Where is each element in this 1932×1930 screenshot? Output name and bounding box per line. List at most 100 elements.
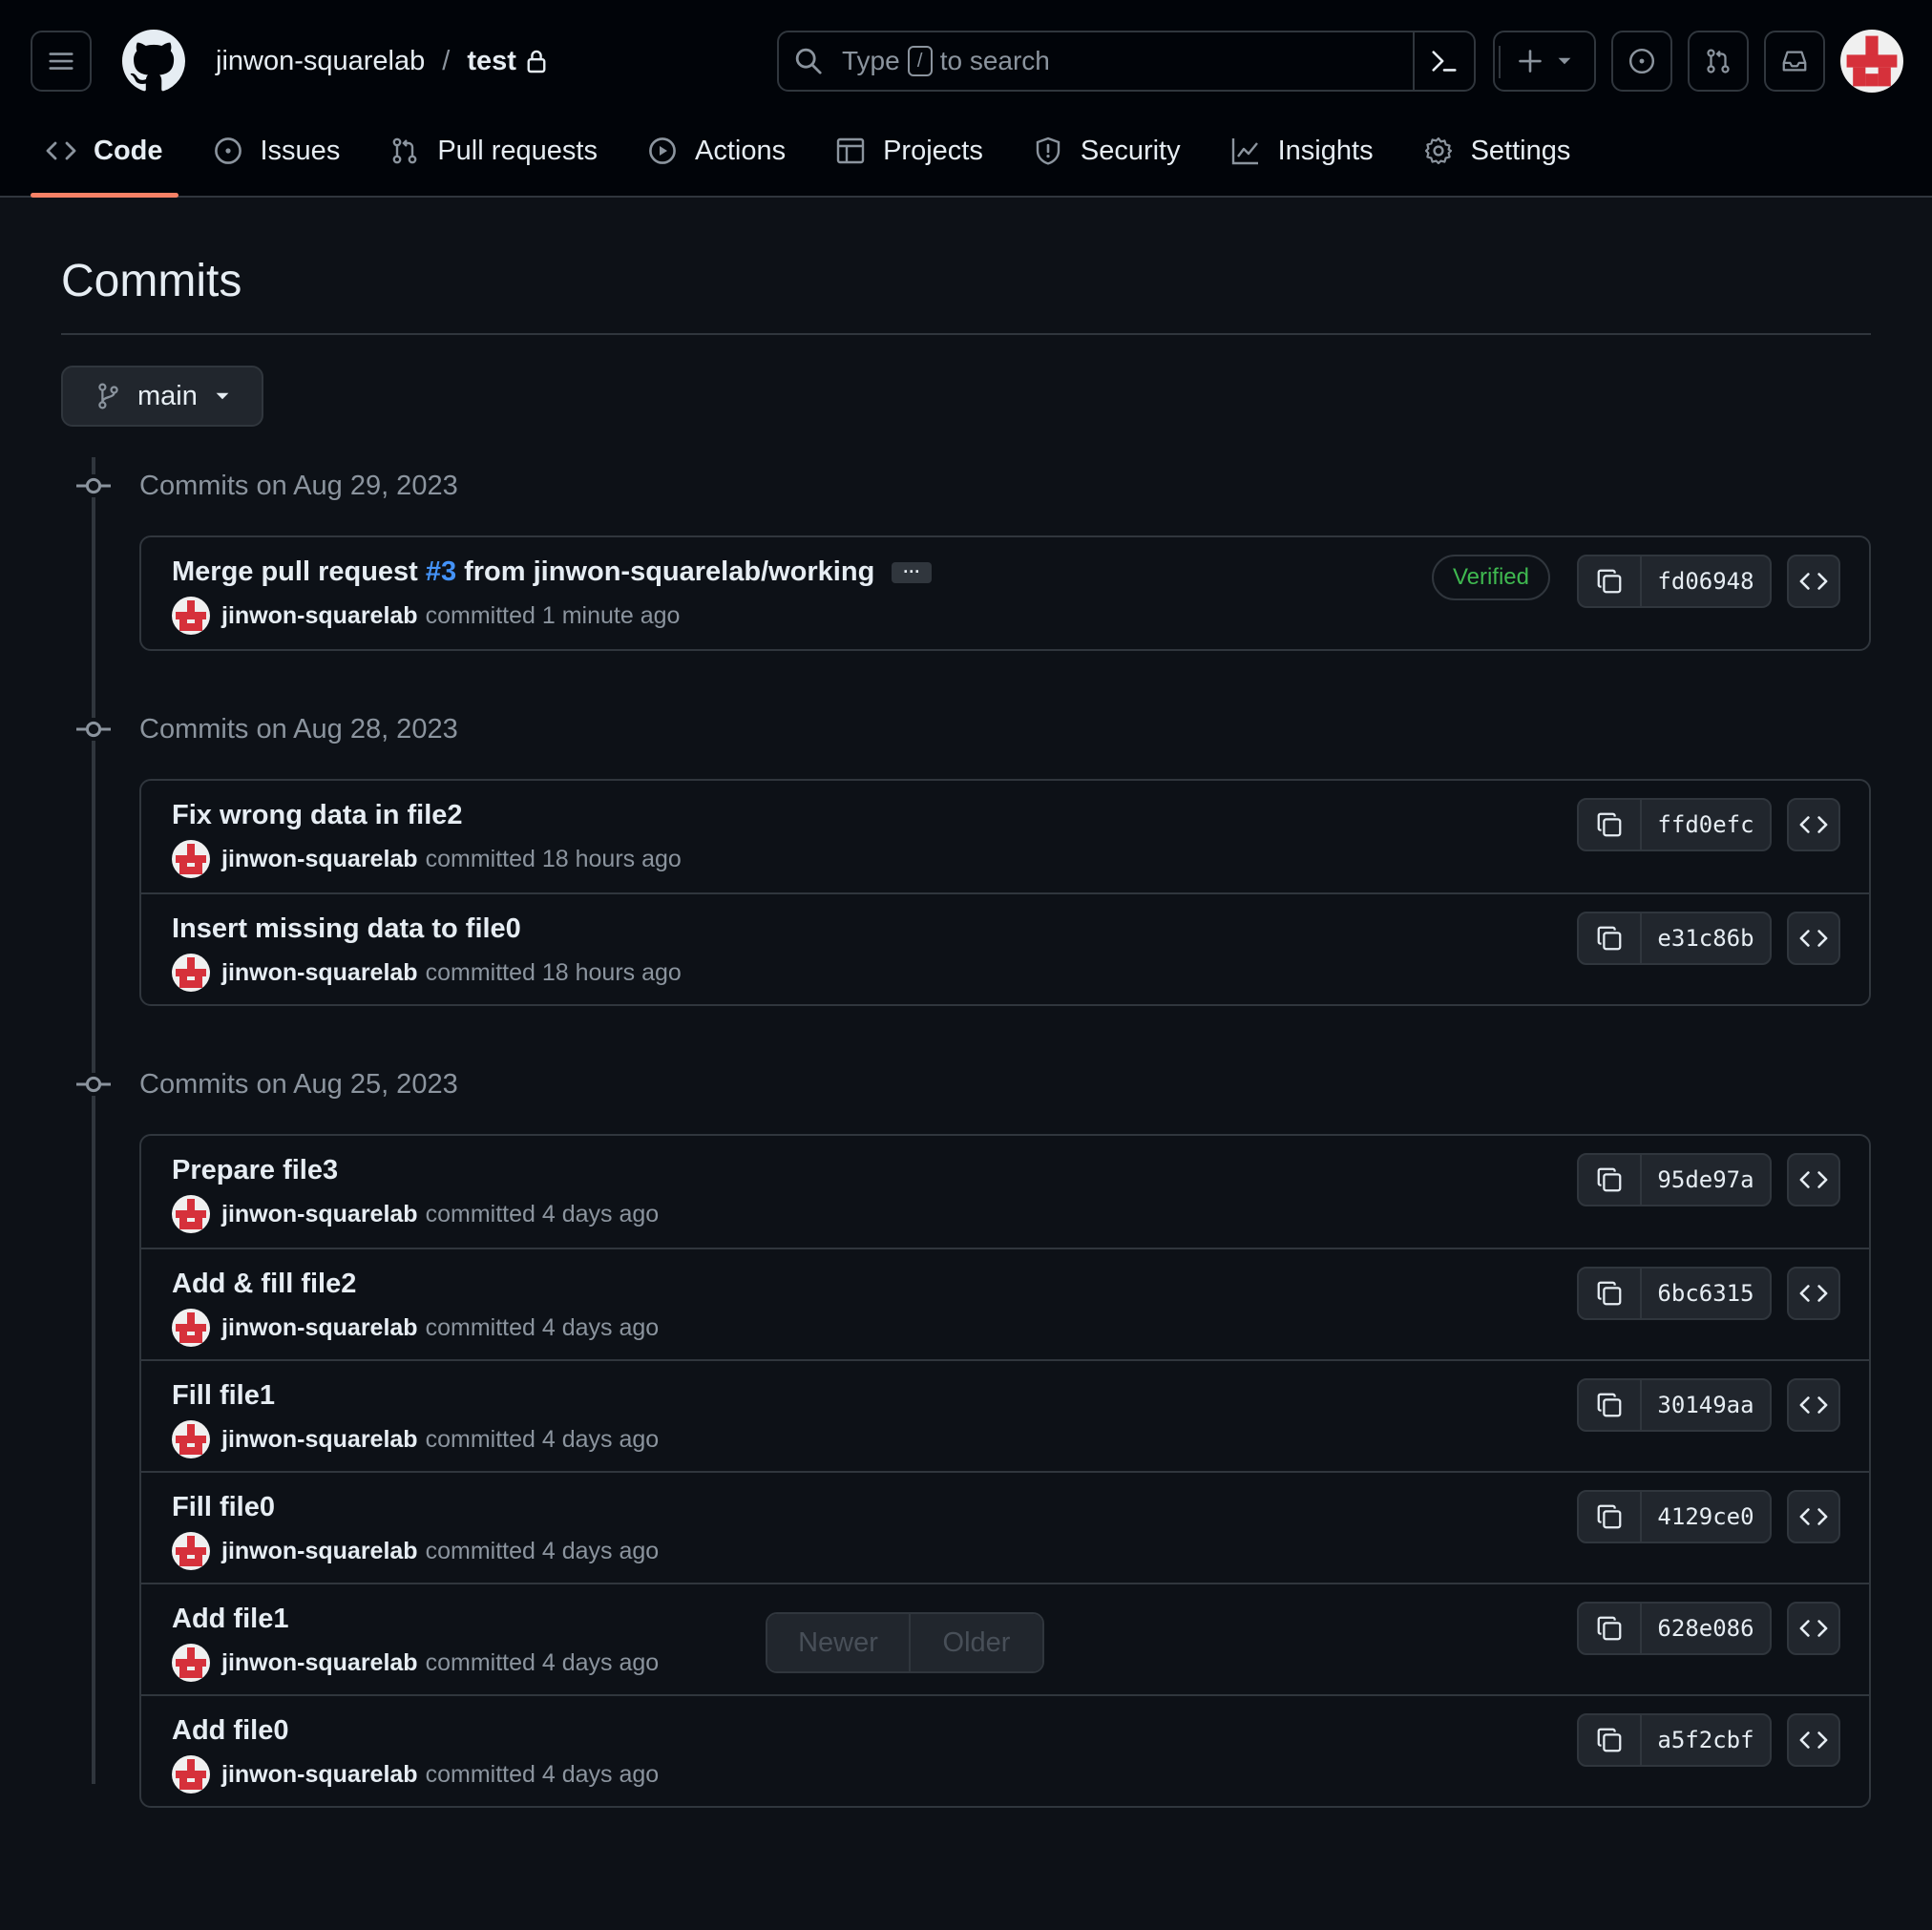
main-content: Commits main Commits on Aug 29, 2023 Mer… xyxy=(61,198,1871,1857)
commit-group-header: Commits on Aug 25, 2023 xyxy=(61,1056,1871,1113)
inbox-button[interactable] xyxy=(1764,31,1825,92)
owner-link[interactable]: jinwon-squarelab xyxy=(216,46,425,77)
browse-files-button[interactable] xyxy=(1787,1378,1840,1432)
copy-sha-button[interactable] xyxy=(1579,1155,1642,1205)
author-link[interactable]: jinwon-squarelab xyxy=(221,602,418,630)
search-icon xyxy=(795,48,822,74)
tab-issues[interactable]: Issues xyxy=(198,106,356,196)
verified-badge[interactable]: Verified xyxy=(1431,555,1550,600)
commit-verb: committed xyxy=(425,845,536,872)
tab-pull-requests[interactable]: Pull requests xyxy=(374,106,613,196)
author-avatar[interactable] xyxy=(172,954,210,992)
commit-message-link[interactable]: Add file1 xyxy=(172,1604,288,1635)
browse-files-button[interactable] xyxy=(1787,555,1840,608)
commit-time: 4 days ago xyxy=(541,1648,660,1676)
copy-icon xyxy=(1597,812,1622,837)
author-avatar[interactable] xyxy=(172,1195,210,1233)
commit-group-date: Commits on Aug 25, 2023 xyxy=(139,1068,458,1100)
author-avatar[interactable] xyxy=(172,840,210,878)
expand-message-button[interactable]: ··· xyxy=(892,561,933,583)
author-avatar[interactable] xyxy=(172,1644,210,1682)
copy-sha-button[interactable] xyxy=(1579,556,1642,606)
tab-projects[interactable]: Projects xyxy=(820,106,998,196)
tab-security[interactable]: Security xyxy=(1018,106,1196,196)
commit-message-link[interactable]: from jinwon-squarelab/working xyxy=(464,556,874,588)
commit-meta: jinwon-squarelab committed 18 hours ago xyxy=(172,954,682,992)
copy-sha-button[interactable] xyxy=(1579,800,1642,850)
browse-files-button[interactable] xyxy=(1787,798,1840,851)
browse-files-button[interactable] xyxy=(1787,912,1840,965)
author-link[interactable]: jinwon-squarelab xyxy=(221,846,418,873)
pull-requests-button[interactable] xyxy=(1688,31,1749,92)
author-avatar[interactable] xyxy=(172,1420,210,1458)
copy-icon xyxy=(1597,1393,1622,1417)
pull-request-link[interactable]: #3 xyxy=(426,556,456,588)
older-button[interactable]: Older xyxy=(911,1614,1042,1671)
commit-message-link[interactable]: Merge pull request xyxy=(172,556,418,588)
author-link[interactable]: jinwon-squarelab xyxy=(221,1761,418,1789)
commit-message-link[interactable]: Add file0 xyxy=(172,1715,288,1747)
code-icon xyxy=(1799,1731,1828,1749)
tab-actions[interactable]: Actions xyxy=(632,106,801,196)
command-palette-button[interactable] xyxy=(1413,32,1474,90)
commit-message-link[interactable]: Add & fill file2 xyxy=(172,1269,356,1300)
author-link[interactable]: jinwon-squarelab xyxy=(221,959,418,987)
author-link[interactable]: jinwon-squarelab xyxy=(221,1538,418,1565)
commit-sha-link[interactable]: 95de97a xyxy=(1642,1155,1770,1205)
commit-message-link[interactable]: Prepare file3 xyxy=(172,1155,338,1186)
commit-sha-link[interactable]: fd06948 xyxy=(1642,556,1770,606)
breadcrumb: jinwon-squarelab / test xyxy=(216,46,547,77)
browse-files-button[interactable] xyxy=(1787,1153,1840,1206)
commit-sha-link[interactable]: e31c86b xyxy=(1642,913,1770,963)
tab-code[interactable]: Code xyxy=(31,106,178,198)
copy-icon xyxy=(1597,569,1622,594)
repo-link[interactable]: test xyxy=(467,46,516,77)
menu-button[interactable] xyxy=(31,31,92,92)
commit-message: Merge pull request #3 from jinwon-square… xyxy=(172,556,933,588)
browse-files-button[interactable] xyxy=(1787,1602,1840,1655)
browse-files-button[interactable] xyxy=(1787,1713,1840,1767)
author-avatar[interactable] xyxy=(172,1309,210,1347)
issues-button[interactable] xyxy=(1611,31,1672,92)
user-avatar[interactable] xyxy=(1840,30,1903,93)
author-avatar[interactable] xyxy=(172,1532,210,1570)
copy-sha-button[interactable] xyxy=(1579,913,1642,963)
commit-meta: jinwon-squarelab committed 4 days ago xyxy=(172,1755,659,1794)
search-input[interactable]: Type / to search xyxy=(777,31,1476,92)
tab-settings[interactable]: Settings xyxy=(1408,106,1586,196)
commit-time: 18 hours ago xyxy=(541,845,682,872)
commit-sha-link[interactable]: 30149aa xyxy=(1642,1380,1770,1430)
copy-sha-button[interactable] xyxy=(1579,1715,1642,1765)
commit-sha-link[interactable]: a5f2cbf xyxy=(1642,1715,1770,1765)
commit-sha-link[interactable]: 628e086 xyxy=(1642,1604,1770,1653)
author-link[interactable]: jinwon-squarelab xyxy=(221,1649,418,1677)
commit-sha-link[interactable]: ffd0efc xyxy=(1642,800,1770,850)
author-link[interactable]: jinwon-squarelab xyxy=(221,1426,418,1454)
copy-sha-button[interactable] xyxy=(1579,1492,1642,1542)
copy-sha-button[interactable] xyxy=(1579,1269,1642,1318)
github-logo-icon[interactable] xyxy=(122,30,185,93)
commit-message-link[interactable]: Insert missing data to file0 xyxy=(172,913,521,945)
commit-verb: committed xyxy=(425,1313,536,1341)
branch-selector[interactable]: main xyxy=(61,366,263,427)
browse-files-button[interactable] xyxy=(1787,1490,1840,1543)
tab-insights[interactable]: Insights xyxy=(1215,106,1389,196)
copy-sha-button[interactable] xyxy=(1579,1380,1642,1430)
create-new-button[interactable] xyxy=(1493,31,1596,92)
author-avatar[interactable] xyxy=(172,1755,210,1794)
commit-list: Fix wrong data in file2 jinwon-squarelab… xyxy=(139,779,1871,1006)
commit-message: Fill file1 xyxy=(172,1380,275,1412)
browse-files-button[interactable] xyxy=(1787,1267,1840,1320)
commit-sha-link[interactable]: 4129ce0 xyxy=(1642,1492,1770,1542)
commit-message-link[interactable]: Fix wrong data in file2 xyxy=(172,800,463,831)
author-link[interactable]: jinwon-squarelab xyxy=(221,1201,418,1228)
author-link[interactable]: jinwon-squarelab xyxy=(221,1314,418,1342)
commit-message-link[interactable]: Fill file0 xyxy=(172,1492,275,1523)
author-avatar[interactable] xyxy=(172,597,210,635)
tab-label: Issues xyxy=(260,135,341,166)
newer-button[interactable]: Newer xyxy=(767,1614,911,1671)
code-icon xyxy=(1799,1396,1828,1414)
copy-sha-button[interactable] xyxy=(1579,1604,1642,1653)
commit-message-link[interactable]: Fill file1 xyxy=(172,1380,275,1412)
commit-sha-link[interactable]: 6bc6315 xyxy=(1642,1269,1770,1318)
